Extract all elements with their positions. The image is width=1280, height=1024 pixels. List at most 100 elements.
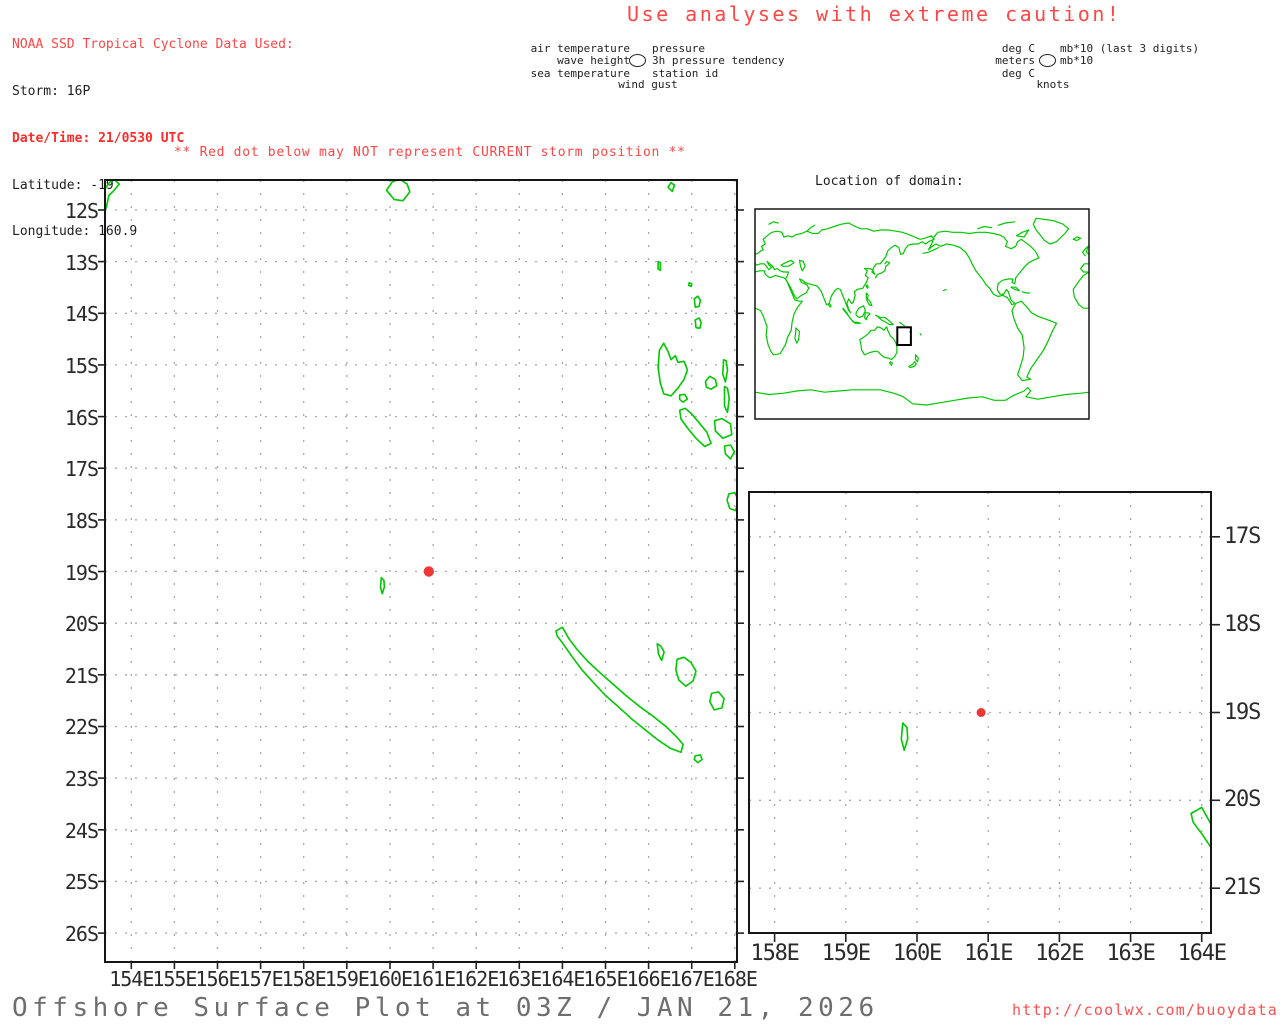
world-coastline: [798, 259, 806, 272]
world-coastline: [1016, 229, 1030, 238]
station-legend-right-column: pressure 3h pressure tendency station id: [652, 42, 785, 80]
axis-label: 18S: [1224, 611, 1261, 637]
axis-label: 164E: [1177, 941, 1227, 966]
world-coastline: [942, 288, 947, 292]
storm-position-warning: ** Red dot below may NOT represent CURRE…: [174, 145, 686, 160]
island-outline: [694, 317, 703, 329]
axis-label: 15S: [64, 353, 99, 378]
legend-wind-gust: wind gust: [618, 78, 678, 91]
world-coastline: [874, 314, 894, 326]
axis-label: 162E: [1035, 941, 1084, 966]
axis-label: 20S: [64, 612, 99, 637]
axis-label: 17S: [64, 457, 99, 482]
world-coastline: [827, 302, 832, 308]
world-coastline: [1021, 291, 1031, 294]
buoy-plot-page: NOAA SSD Tropical Cyclone Data Used: Sto…: [0, 0, 1280, 1024]
island-outline: [704, 375, 718, 390]
axis-label: 16S: [64, 405, 99, 430]
world-coastline: [794, 327, 801, 344]
axis-label: 19S: [64, 560, 99, 585]
world-coastline: [865, 292, 873, 307]
island-outline: [723, 444, 736, 460]
coastlines-group: [105, 180, 737, 764]
units-wave-height: meters: [995, 54, 1035, 68]
world-coastline: [855, 305, 867, 319]
units-model-circle-icon: [1039, 54, 1056, 67]
island-outline: [385, 180, 411, 202]
world-coastline: [888, 361, 893, 366]
caution-banner: Use analyses with extreme caution!: [627, 2, 1122, 26]
island-outline: [105, 180, 120, 212]
map-frame: [104, 179, 738, 963]
legend-pressure-tendency: 3h pressure tendency: [652, 54, 785, 68]
axis-label: 17S: [1224, 523, 1261, 549]
station-legend-left-column: air temperature wave height sea temperat…: [460, 42, 630, 80]
domain-location-box: [896, 326, 912, 347]
world-coastline: [859, 326, 898, 361]
axis-label: 13S: [64, 250, 99, 275]
credit-link[interactable]: http://coolwx.com/buoydata: [1012, 1001, 1278, 1019]
world-coastline: [754, 270, 803, 356]
island-outline: [900, 722, 909, 752]
island-outline: [687, 282, 693, 288]
world-coastline: [977, 225, 993, 230]
units-legend-right-column: mb*10 (last 3 digits) mb*10: [1060, 42, 1199, 68]
axis-label: 20S: [1224, 787, 1261, 813]
island-outline: [723, 385, 731, 414]
axis-label: 158E: [750, 941, 800, 966]
storm-position-dot: [423, 566, 434, 577]
world-coastline: [1032, 217, 1070, 245]
axis-label: 22S: [64, 715, 99, 740]
axis-label: 159E: [821, 941, 871, 966]
world-coastline: [754, 386, 1090, 406]
world-coastline: [806, 224, 816, 232]
island-outline: [678, 393, 689, 403]
storm-datetime: Date/Time: 21/0530 UTC: [12, 130, 185, 146]
station-model-circle-icon: [629, 54, 646, 67]
island-outline: [693, 754, 703, 764]
world-coastline: [908, 361, 917, 369]
axis-label: 12S: [64, 198, 99, 223]
axis-label: 25S: [64, 870, 99, 895]
axis-label: 18S: [64, 508, 99, 533]
world-locator-map: [754, 208, 1090, 420]
island-outline: [678, 407, 712, 448]
world-coastline: [863, 312, 871, 321]
island-outline: [667, 181, 676, 193]
world-coastline: [914, 354, 919, 363]
island-outline: [555, 626, 684, 754]
units-wind-gust: knots: [1036, 78, 1070, 91]
world-coastline: [919, 333, 922, 336]
world-coastline: [780, 259, 795, 267]
storm-id: Storm: 16P: [12, 83, 91, 99]
legend-wave-height: wave height: [557, 54, 630, 68]
world-coastline: [1081, 245, 1090, 257]
axis-label: 168E: [712, 967, 758, 991]
world-coastline: [1072, 271, 1090, 309]
world-coastline: [768, 221, 779, 225]
world-inset-title: Location of domain:: [815, 174, 964, 189]
axis-label: 160E: [892, 941, 942, 966]
island-outline: [656, 642, 665, 662]
world-coastline: [899, 321, 905, 327]
island-outline: [693, 295, 702, 308]
axis-label: 26S: [64, 922, 99, 947]
island-outline: [708, 691, 725, 711]
world-coastline: [1072, 236, 1082, 242]
island-outline: [657, 342, 689, 397]
axis-label: 21S: [1224, 875, 1261, 901]
world-coastline: [865, 284, 869, 289]
world-map-frame: [754, 208, 1090, 420]
world-coastline: [754, 222, 935, 314]
units-pressure-tendency: mb*10: [1060, 54, 1094, 68]
axis-label: 23S: [64, 767, 99, 792]
island-outline: [721, 358, 729, 383]
axis-label: 24S: [64, 818, 99, 843]
world-coastline: [1080, 263, 1090, 273]
main-surface-map: [98, 179, 744, 969]
island-outline: [713, 417, 733, 440]
world-coastline: [997, 221, 1016, 226]
zoom-inset-map: [748, 491, 1220, 942]
axis-label: 14S: [64, 302, 99, 327]
world-coastline: [927, 230, 1040, 306]
